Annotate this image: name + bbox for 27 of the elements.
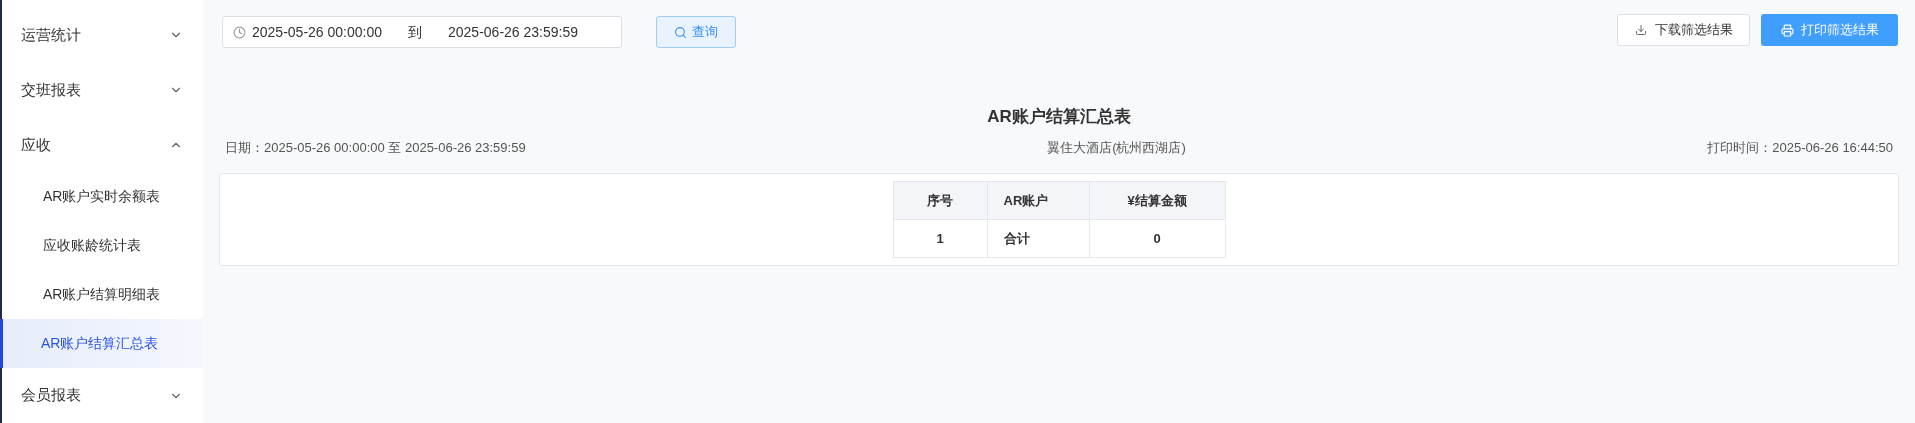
clock-icon	[233, 25, 246, 39]
sidebar-group[interactable]: 运营统计	[2, 8, 203, 63]
sidebar-group[interactable]: 会员报表	[2, 368, 203, 423]
sidebar-item[interactable]: AR账户实时余额表	[2, 172, 203, 222]
hotel-name: 翼住大酒店(杭州西湖店)	[1047, 138, 1186, 157]
print-time: 打印时间：2025-06-26 16:44:50	[1707, 138, 1893, 157]
date-range-text: 日期：2025-05-26 00:00:00 至 2025-06-26 23:59:59	[225, 138, 526, 157]
column-header: AR账户	[987, 181, 1089, 220]
end-date: 2025-06-26 23:59:59	[448, 22, 578, 42]
sidebar-group[interactable]: 应收	[2, 117, 203, 173]
table-cell: 0	[1089, 219, 1225, 258]
download-button[interactable]: 下载筛选结果	[1617, 14, 1750, 46]
sidebar-group[interactable]: 交班报表	[2, 62, 203, 118]
sidebar-item[interactable]: AR账户结算汇总表	[0, 319, 203, 369]
table-cell: 合计	[987, 219, 1089, 258]
column-header: 序号	[893, 181, 987, 220]
download-icon	[1634, 24, 1647, 36]
start-date: 2025-05-26 00:00:00	[252, 22, 382, 42]
sidebar-item[interactable]: 应收账龄统计表	[2, 221, 203, 271]
printer-icon	[1780, 23, 1794, 37]
report-title: AR账户结算汇总表	[986, 106, 1132, 128]
date-range-field[interactable]: 2025-05-26 00:00:00 到 2025-06-26 23:59:59	[222, 16, 622, 48]
column-header: ¥结算金额	[1089, 181, 1225, 220]
table-cell: 1	[893, 219, 987, 258]
range-separator: 到	[408, 22, 422, 42]
sidebar-item[interactable]: AR账户结算明细表	[2, 270, 203, 320]
search-icon	[674, 25, 687, 39]
